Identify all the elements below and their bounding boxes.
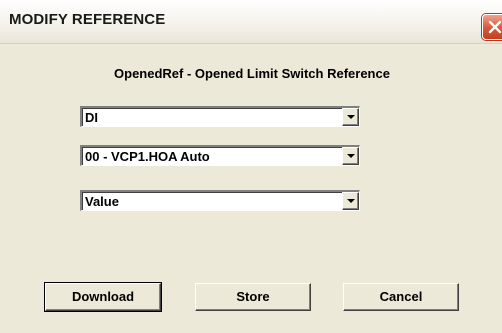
attribute-dropdown[interactable]: Value — [80, 190, 360, 211]
close-button[interactable] — [482, 14, 502, 40]
title-bar[interactable]: MODIFY REFERENCE — [0, 0, 502, 44]
window-title: MODIFY REFERENCE — [9, 11, 166, 28]
chevron-down-icon — [347, 154, 355, 158]
attribute-dropdown-value: Value — [85, 194, 119, 209]
download-button[interactable]: Download — [44, 282, 162, 312]
store-button-label: Store — [236, 289, 270, 304]
chevron-down-icon — [347, 115, 355, 119]
store-button[interactable]: Store — [195, 283, 311, 311]
modify-reference-dialog: MODIFY REFERENCE OpenedRef - Opened Limi… — [0, 0, 502, 333]
reference-heading: OpenedRef - Opened Limit Switch Referenc… — [114, 66, 390, 81]
attribute-dropdown-arrow-button[interactable] — [342, 192, 359, 210]
download-button-label: Download — [71, 289, 135, 304]
point-dropdown[interactable]: 00 - VCP1.HOA Auto — [80, 145, 360, 166]
close-icon — [488, 20, 502, 34]
point-dropdown-arrow-button[interactable] — [342, 147, 359, 165]
cancel-button-label: Cancel — [379, 289, 423, 304]
chevron-down-icon — [347, 199, 355, 203]
type-dropdown-arrow-button[interactable] — [342, 108, 359, 126]
point-dropdown-value: 00 - VCP1.HOA Auto — [85, 149, 210, 164]
type-dropdown[interactable]: DI — [80, 106, 360, 127]
type-dropdown-value: DI — [85, 110, 98, 125]
cancel-button[interactable]: Cancel — [343, 283, 459, 311]
